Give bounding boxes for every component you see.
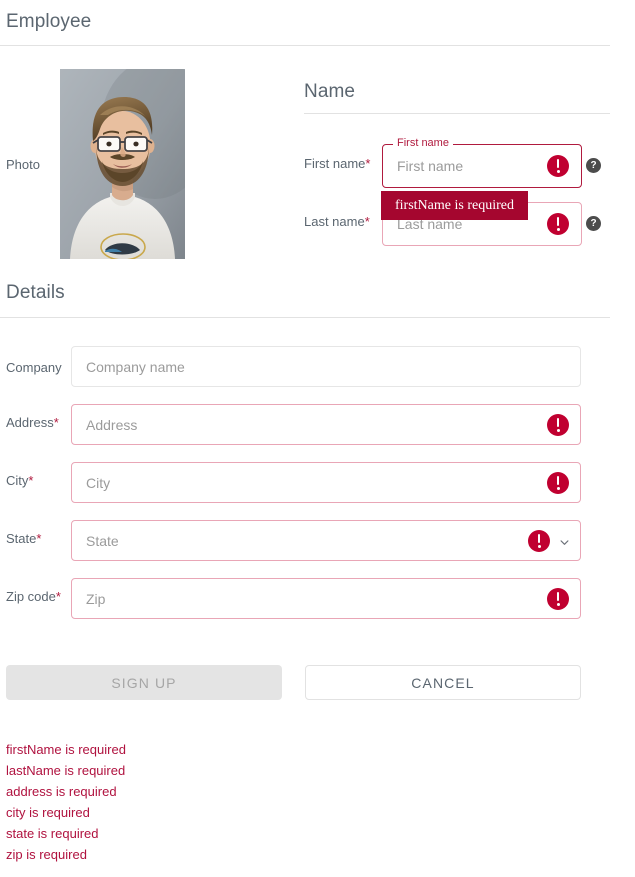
name-section-title: Name xyxy=(304,81,356,102)
zip-code-field[interactable]: Zip xyxy=(71,578,581,619)
last-name-error-icon xyxy=(547,213,569,235)
employee-form-page: Employee Photo Name First name* First na… xyxy=(0,0,635,877)
address-field[interactable]: Address xyxy=(71,404,581,445)
address-placeholder: Address xyxy=(86,416,138,433)
validation-message: zip is required xyxy=(6,847,87,862)
address-label: Address* xyxy=(6,415,59,430)
company-label-text: Company xyxy=(6,360,62,375)
state-label: State* xyxy=(6,531,41,546)
city-error-icon xyxy=(547,471,569,494)
city-required-marker: * xyxy=(28,473,34,488)
last-name-label: Last name* xyxy=(304,214,370,229)
validation-messages: firstName is required lastName is requir… xyxy=(6,739,126,865)
first-name-placeholder: First name xyxy=(397,158,464,174)
cancel-button-label: CANCEL xyxy=(411,674,475,691)
validation-message: city is required xyxy=(6,805,90,820)
last-name-required-marker: * xyxy=(364,214,370,229)
zip-code-error-icon xyxy=(547,587,569,610)
last-name-label-text: Last name xyxy=(304,214,365,229)
address-error-icon xyxy=(547,413,569,436)
city-placeholder: City xyxy=(86,474,111,491)
state-select[interactable]: State xyxy=(71,520,581,561)
city-label-text: City xyxy=(6,473,29,488)
first-name-label-text: First name xyxy=(304,156,366,171)
state-required-marker: * xyxy=(36,531,42,546)
zip-code-required-marker: * xyxy=(55,589,61,604)
details-section-title: Details xyxy=(6,282,65,303)
first-name-floating-label: First name xyxy=(393,137,453,149)
details-section-divider xyxy=(0,317,610,318)
zip-code-label: Zip code* xyxy=(6,589,61,604)
zip-code-placeholder: Zip xyxy=(86,590,106,607)
validation-message: address is required xyxy=(6,784,117,799)
first-name-help-icon[interactable]: ? xyxy=(586,158,601,173)
first-name-field[interactable]: First name First name xyxy=(382,137,582,188)
company-field[interactable]: Company name xyxy=(71,346,581,387)
chevron-down-icon[interactable] xyxy=(560,538,569,547)
name-section-divider xyxy=(304,113,610,114)
sign-up-button-label: SIGN UP xyxy=(111,674,177,691)
portrait-image xyxy=(60,69,185,259)
sign-up-button[interactable]: SIGN UP xyxy=(6,665,282,700)
state-error-icon xyxy=(528,529,550,552)
first-name-label: First name* xyxy=(304,156,370,171)
last-name-help-icon[interactable]: ? xyxy=(586,216,601,231)
employee-photo[interactable] xyxy=(60,69,185,259)
first-name-error-icon xyxy=(547,155,569,177)
first-name-required-marker: * xyxy=(365,156,371,171)
cancel-button[interactable]: CANCEL xyxy=(305,665,581,700)
first-name-error-tooltip: firstName is required xyxy=(381,191,528,220)
state-placeholder: State xyxy=(86,532,119,549)
header-divider xyxy=(0,45,610,46)
city-field[interactable]: City xyxy=(71,462,581,503)
city-label: City* xyxy=(6,473,33,488)
validation-message: lastName is required xyxy=(6,763,126,778)
zip-code-label-text: Zip code xyxy=(6,589,56,604)
page-title: Employee xyxy=(6,11,92,32)
validation-message: state is required xyxy=(6,826,99,841)
photo-label: Photo xyxy=(6,157,40,172)
state-label-text: State xyxy=(6,531,37,546)
address-label-text: Address xyxy=(6,415,54,430)
company-label: Company xyxy=(6,360,62,375)
address-required-marker: * xyxy=(53,415,59,430)
company-placeholder: Company name xyxy=(86,358,185,375)
validation-message: firstName is required xyxy=(6,742,126,757)
